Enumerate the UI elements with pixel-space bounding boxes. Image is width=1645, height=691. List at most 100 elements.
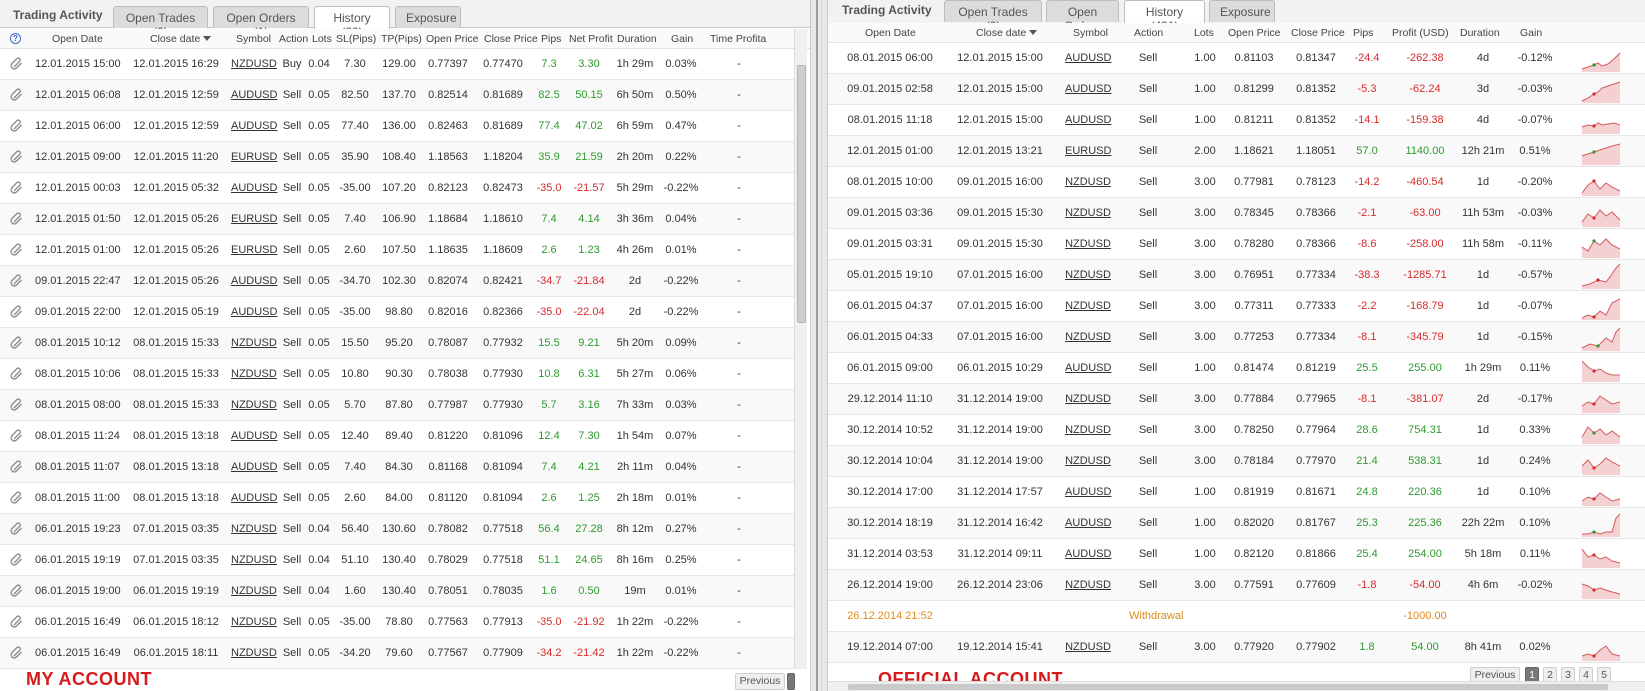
cell-symbol[interactable]: AUDUSD <box>1065 548 1111 560</box>
col-duration[interactable]: Duration <box>1460 27 1500 39</box>
cell-symbol[interactable]: EURUSD <box>231 213 277 225</box>
table-row[interactable]: 05.01.2015 19:10 07.01.2015 16:00 NZDUSD Se… <box>828 260 1645 291</box>
cell-symbol[interactable]: NZDUSD <box>1065 424 1111 436</box>
cell-symbol[interactable]: NZDUSD <box>1065 207 1111 219</box>
scrollbar-thumb[interactable] <box>848 684 1608 690</box>
table-row[interactable]: 30.12.2014 10:04 31.12.2014 19:00 NZDUSD Se… <box>828 446 1645 477</box>
table-row[interactable]: 30.12.2014 10:52 31.12.2014 19:00 NZDUSD Se… <box>828 415 1645 446</box>
col-lots[interactable]: Lots <box>1194 27 1214 39</box>
col-close-price[interactable]: Close Price <box>1291 27 1345 39</box>
table-row[interactable]: 08.01.2015 11:18 12.01.2015 15:00 AUDUSD Se… <box>828 105 1645 136</box>
cell-symbol[interactable]: NZDUSD <box>231 337 277 349</box>
table-row[interactable]: 08.01.2015 11:07 08.01.2015 13:18 AUDUSD Se… <box>0 452 794 483</box>
col-close-price[interactable]: Close Price <box>484 33 538 45</box>
cell-symbol[interactable]: NZDUSD <box>231 616 277 628</box>
col-profit-usd[interactable]: Profit (USD) <box>1392 27 1449 39</box>
col-close-date[interactable]: Close date <box>976 27 1038 39</box>
table-row[interactable]: 26.12.2014 19:00 26.12.2014 23:06 NZDUSD Se… <box>828 570 1645 601</box>
cell-symbol[interactable]: NZDUSD <box>231 368 277 380</box>
cell-symbol[interactable]: NZDUSD <box>231 399 277 411</box>
table-row[interactable]: 08.01.2015 06:00 12.01.2015 15:00 AUDUSD Se… <box>828 43 1645 74</box>
cell-symbol[interactable]: AUDUSD <box>231 182 277 194</box>
cell-symbol[interactable]: AUDUSD <box>231 275 277 287</box>
table-row[interactable]: 06.01.2015 19:00 06.01.2015 19:19 NZDUSD Se… <box>0 576 794 607</box>
scrollbar-thumb[interactable] <box>797 65 806 323</box>
col-action[interactable]: Action <box>279 33 308 45</box>
table-row[interactable]: 08.01.2015 10:12 08.01.2015 15:33 NZDUSD Se… <box>0 328 794 359</box>
table-row[interactable]: 06.01.2015 04:33 07.01.2015 16:00 NZDUSD Se… <box>828 322 1645 353</box>
cell-symbol[interactable]: EURUSD <box>231 244 277 256</box>
cell-symbol[interactable]: AUDUSD <box>1065 52 1111 64</box>
table-row[interactable]: 12.01.2015 01:50 12.01.2015 05:26 EURUSD Se… <box>0 204 794 235</box>
col-lots[interactable]: Lots <box>312 33 332 45</box>
col-duration[interactable]: Duration <box>617 33 657 45</box>
table-row[interactable]: 12.01.2015 09:00 12.01.2015 11:20 EURUSD Se… <box>0 142 794 173</box>
col-net-profit[interactable]: Net Profit <box>569 33 613 45</box>
left-tab-open-orders[interactable]: Open Orders (1) <box>213 6 309 39</box>
cell-symbol[interactable]: AUDUSD <box>1065 362 1111 374</box>
table-row[interactable]: 09.01.2015 22:47 12.01.2015 05:26 AUDUSD Se… <box>0 266 794 297</box>
cell-symbol[interactable]: EURUSD <box>1065 145 1111 157</box>
left-tab-exposure[interactable]: Exposure <box>395 6 461 28</box>
cell-symbol[interactable]: AUDUSD <box>231 120 277 132</box>
col-open-price[interactable]: Open Price <box>1228 27 1281 39</box>
right-horizontal-scrollbar[interactable] <box>828 681 1645 691</box>
col-open-price[interactable]: Open Price <box>426 33 479 45</box>
table-row[interactable]: 12.01.2015 15:00 12.01.2015 16:29 NZDUSD Bu… <box>0 49 794 80</box>
right-tab-exposure[interactable]: Exposure <box>1209 0 1275 22</box>
cell-symbol[interactable]: NZDUSD <box>1065 641 1111 653</box>
cell-symbol[interactable]: NZDUSD <box>1065 176 1111 188</box>
left-pager-previous[interactable]: Previous <box>735 673 785 690</box>
table-row[interactable]: 29.12.2014 11:10 31.12.2014 19:00 NZDUSD Se… <box>828 384 1645 415</box>
right-tab-open-orders[interactable]: Open Orders <box>1046 0 1119 33</box>
table-row[interactable]: 09.01.2015 03:31 09.01.2015 15:30 NZDUSD Se… <box>828 229 1645 260</box>
col-pips[interactable]: Pips <box>541 33 561 45</box>
cell-symbol[interactable]: AUDUSD <box>1065 114 1111 126</box>
cell-symbol[interactable]: AUDUSD <box>231 89 277 101</box>
col-sl-pips[interactable]: SL(Pips) <box>336 33 376 45</box>
table-row[interactable]: 06.01.2015 04:37 07.01.2015 16:00 NZDUSD Se… <box>828 291 1645 322</box>
cell-symbol[interactable]: NZDUSD <box>231 647 277 659</box>
col-open-date[interactable]: Open Date <box>865 27 916 39</box>
table-row[interactable]: 06.01.2015 16:49 06.01.2015 18:11 NZDUSD Se… <box>0 638 794 669</box>
col-time-profitable[interactable]: Time Profita <box>710 33 766 45</box>
cell-symbol[interactable]: AUDUSD <box>231 306 277 318</box>
col-close-date[interactable]: Close date <box>150 33 212 45</box>
right-tab-open-trades[interactable]: Open Trades (0) <box>944 0 1042 33</box>
left-tab-history[interactable]: History (30) <box>314 6 390 39</box>
col-tp-pips[interactable]: TP(Pips) <box>381 33 422 45</box>
table-row[interactable]: 31.12.2014 03:53 31.12.2014 09:11 AUDUSD Se… <box>828 539 1645 570</box>
info-icon[interactable]: ? <box>10 33 21 44</box>
table-row[interactable]: 08.01.2015 08:00 08.01.2015 15:33 NZDUSD Se… <box>0 390 794 421</box>
table-row[interactable]: 12.01.2015 00:03 12.01.2015 05:32 AUDUSD Se… <box>0 173 794 204</box>
table-row[interactable]: 06.01.2015 09:00 06.01.2015 10:29 AUDUSD Se… <box>828 353 1645 384</box>
cell-symbol[interactable]: NZDUSD <box>1065 331 1111 343</box>
table-row[interactable]: 30.12.2014 18:19 31.12.2014 16:42 AUDUSD Se… <box>828 508 1645 539</box>
table-row[interactable]: 09.01.2015 02:58 12.01.2015 15:00 AUDUSD Se… <box>828 74 1645 105</box>
cell-symbol[interactable]: NZDUSD <box>231 554 277 566</box>
cell-symbol[interactable]: NZDUSD <box>1065 455 1111 467</box>
table-row[interactable]: 12.01.2015 06:00 12.01.2015 12:59 AUDUSD Se… <box>0 111 794 142</box>
table-row[interactable]: 08.01.2015 10:06 08.01.2015 15:33 NZDUSD Se… <box>0 359 794 390</box>
cell-symbol[interactable]: AUDUSD <box>231 430 277 442</box>
cell-symbol[interactable]: NZDUSD <box>1065 269 1111 281</box>
cell-symbol[interactable]: NZDUSD <box>231 585 277 597</box>
right-tab-history[interactable]: History (431) <box>1124 0 1205 33</box>
table-row[interactable]: 08.01.2015 10:00 09.01.2015 16:00 NZDUSD Se… <box>828 167 1645 198</box>
table-row[interactable]: 12.01.2015 06:08 12.01.2015 12:59 AUDUSD Se… <box>0 80 794 111</box>
table-row[interactable]: 19.12.2014 07:00 19.12.2014 15:41 NZDUSD Se… <box>828 632 1645 663</box>
cell-symbol[interactable]: NZDUSD <box>231 523 277 535</box>
col-symbol[interactable]: Symbol <box>236 33 271 45</box>
col-gain[interactable]: Gain <box>1520 27 1542 39</box>
table-row[interactable]: 30.12.2014 17:00 31.12.2014 17:57 AUDUSD Se… <box>828 477 1645 508</box>
table-row[interactable]: 09.01.2015 03:36 09.01.2015 15:30 NZDUSD Se… <box>828 198 1645 229</box>
cell-symbol[interactable]: NZDUSD <box>1065 300 1111 312</box>
cell-symbol[interactable]: NZDUSD <box>231 58 277 70</box>
left-vertical-scrollbar[interactable] <box>794 29 807 669</box>
col-gain[interactable]: Gain <box>671 33 693 45</box>
col-open-date[interactable]: Open Date <box>52 33 103 45</box>
table-row[interactable]: 12.01.2015 01:00 12.01.2015 05:26 EURUSD Se… <box>0 235 794 266</box>
withdrawal-row[interactable]: 26.12.2014 21:52 Withdrawal -1000.00 <box>828 601 1645 632</box>
cell-symbol[interactable]: NZDUSD <box>1065 579 1111 591</box>
cell-symbol[interactable]: AUDUSD <box>1065 83 1111 95</box>
